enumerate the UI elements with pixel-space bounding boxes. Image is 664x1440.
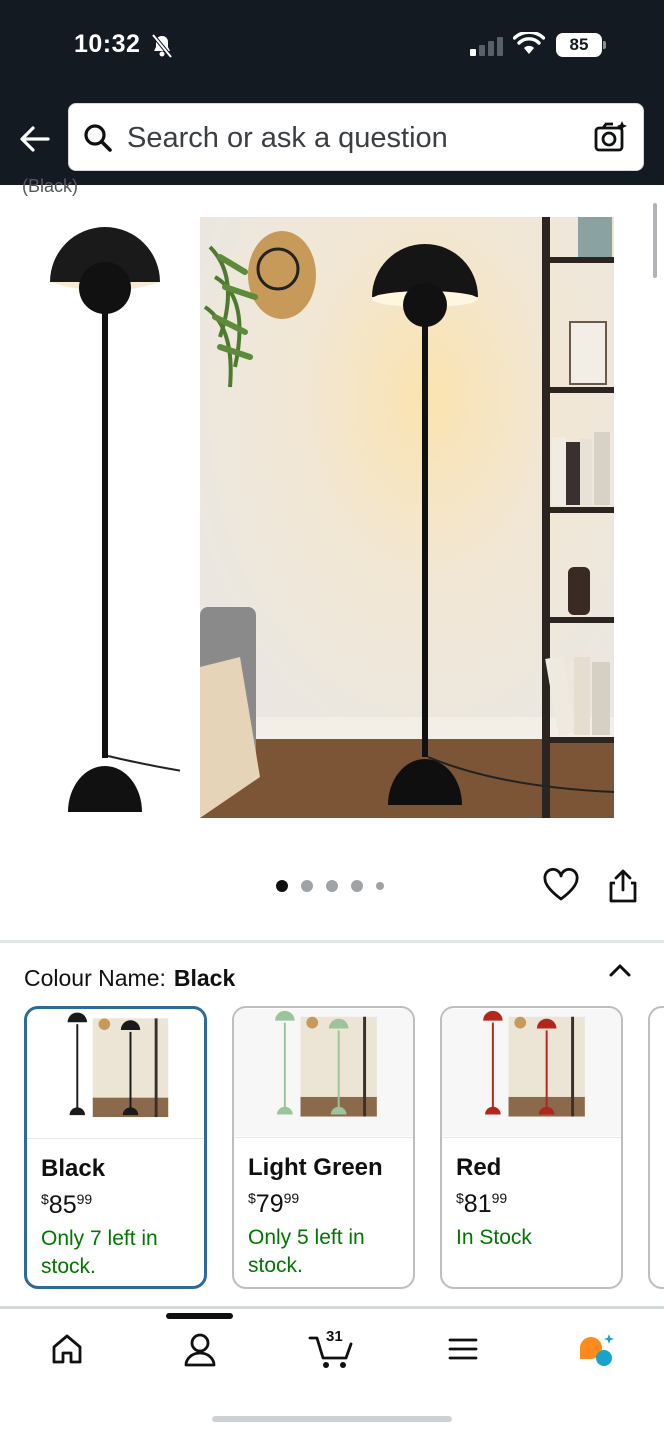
colour-swatch-light-green[interactable]: Light Green $7999 Only 5 left in stock. [232, 1006, 415, 1289]
chevron-up-icon[interactable] [607, 960, 633, 980]
swatch-name: Light Green [248, 1154, 383, 1181]
variation-label-text: Colour Name: [24, 965, 166, 991]
swatch-stock-status: Only 5 left in stock. [248, 1226, 365, 1277]
home-icon[interactable] [50, 1332, 84, 1366]
swatch-price: $7999 [248, 1190, 299, 1219]
battery-indicator: 85 [556, 33, 602, 57]
bottom-nav-border [0, 1306, 664, 1309]
product-title-truncated: (Black) [22, 176, 79, 196]
section-divider [0, 940, 664, 943]
price-cents: 99 [76, 1191, 93, 1207]
swatch-image [234, 1008, 413, 1138]
carousel-dot-2[interactable] [301, 880, 313, 892]
price-dollars: 79 [255, 1190, 284, 1218]
swatch-stock-status: In Stock [456, 1226, 532, 1249]
product-main-image[interactable] [200, 217, 614, 818]
battery-tip [603, 41, 606, 49]
swatch-price: $8199 [456, 1190, 507, 1219]
status-bar: 10:32 85 [0, 0, 664, 92]
status-time: 10:32 [74, 30, 141, 58]
price-dollars: 85 [48, 1191, 77, 1219]
swatch-image [27, 1010, 204, 1139]
swatch-name: Red [456, 1154, 502, 1181]
rufus-icon[interactable] [576, 1332, 616, 1368]
search-placeholder: Search or ask a question [127, 122, 448, 154]
scrollbar-thumb[interactable] [653, 203, 657, 278]
product-thumbnail-image[interactable] [40, 218, 180, 818]
price-dollars: 81 [463, 1190, 492, 1218]
share-icon[interactable] [607, 868, 639, 904]
swatch-name: Black [41, 1155, 106, 1182]
back-arrow-icon[interactable] [18, 122, 52, 156]
colour-swatch-next-peek[interactable] [648, 1006, 664, 1289]
cart-count-badge: 31 [326, 1328, 343, 1345]
price-currency: $ [248, 1190, 256, 1206]
image-carousel-dots[interactable] [276, 880, 384, 892]
carousel-dot-1[interactable] [276, 880, 288, 892]
swatch-stock-status: Only 7 left in stock. [41, 1227, 158, 1278]
carousel-dot-3[interactable] [326, 880, 338, 892]
wifi-icon [513, 32, 545, 54]
bell-muted-icon [151, 33, 173, 59]
carousel-dot-4[interactable] [351, 880, 363, 892]
heart-icon[interactable] [543, 868, 579, 904]
variation-label: Colour Name: Black [24, 965, 235, 992]
price-cents: 99 [491, 1190, 508, 1206]
price-currency: $ [456, 1190, 464, 1206]
swatch-image [442, 1008, 621, 1138]
variation-selected-value: Black [173, 965, 236, 991]
cellular-signal-icon [470, 37, 503, 56]
home-indicator[interactable] [212, 1416, 452, 1422]
search-icon [84, 124, 112, 152]
carousel-dot-5[interactable] [376, 882, 384, 890]
price-cents: 99 [283, 1190, 300, 1206]
swatch-price: $8599 [41, 1191, 92, 1220]
bottom-nav [0, 1312, 664, 1392]
camera-search-icon[interactable] [593, 119, 629, 155]
menu-icon[interactable] [446, 1332, 480, 1366]
colour-swatch-black[interactable]: Black $8599 Only 7 left in stock. [24, 1006, 207, 1289]
price-currency: $ [41, 1191, 49, 1207]
account-icon[interactable] [183, 1332, 217, 1368]
search-input[interactable]: Search or ask a question [68, 103, 644, 171]
colour-swatch-red[interactable]: Red $8199 In Stock [440, 1006, 623, 1289]
search-header: Search or ask a question [0, 92, 664, 185]
